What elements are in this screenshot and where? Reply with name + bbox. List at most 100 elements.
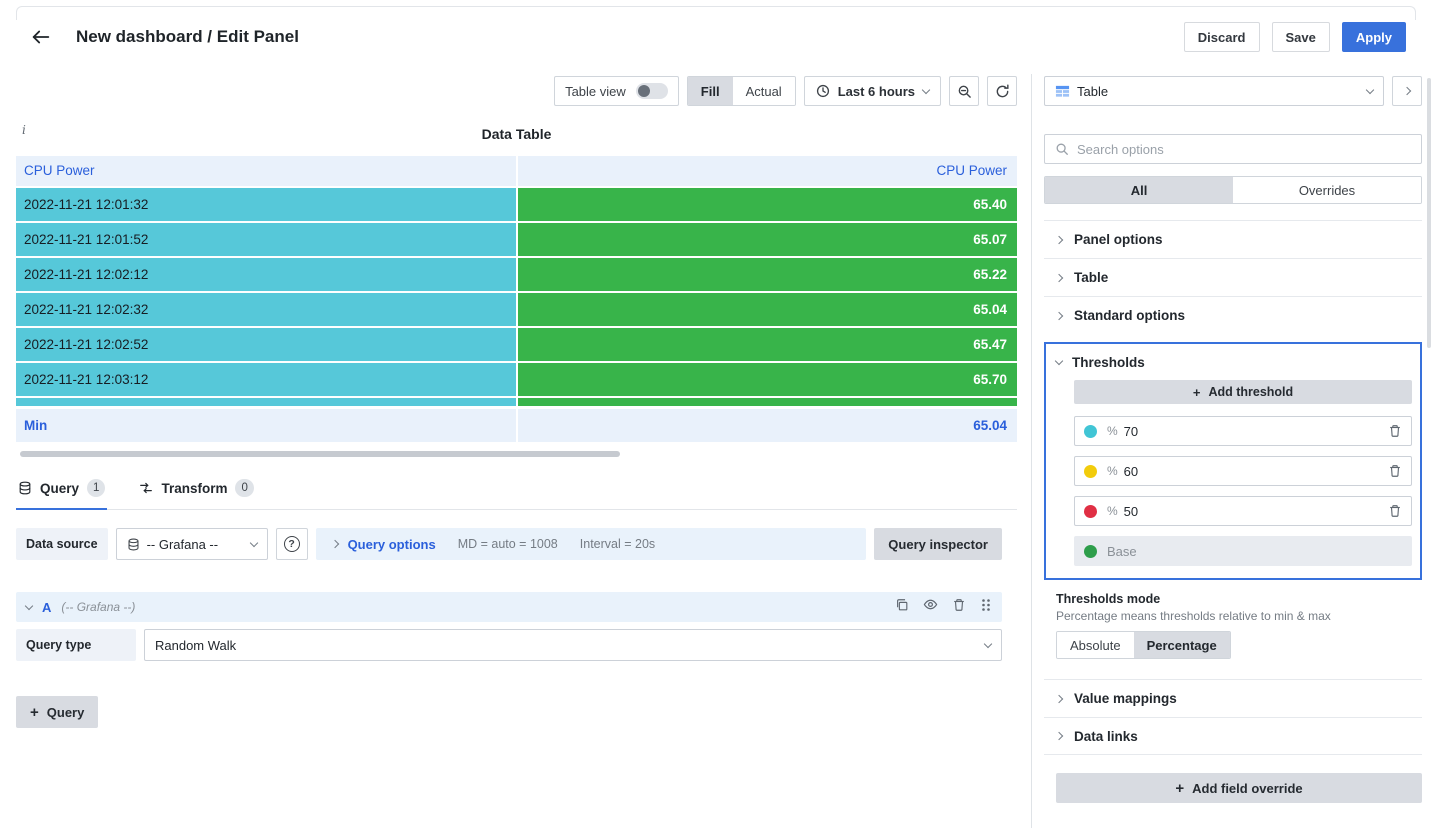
value-cell: 65.04: [518, 293, 1017, 326]
transform-count-badge: 0: [235, 479, 253, 497]
delete-threshold-icon[interactable]: [1388, 464, 1402, 478]
time-cell: 2022-11-21 12:02:52: [16, 328, 516, 361]
query-options-bar[interactable]: Query options MD = auto = 1008 Interval …: [316, 528, 867, 560]
threshold-value-input[interactable]: 60: [1124, 464, 1138, 479]
section-label: Value mappings: [1074, 691, 1177, 706]
add-query-label: Query: [47, 705, 85, 720]
table-viz-icon: [1055, 84, 1070, 99]
filter-tab-all[interactable]: All: [1045, 177, 1233, 203]
threshold-value-input[interactable]: 50: [1124, 504, 1138, 519]
query-inspector-button[interactable]: Query inspector: [874, 528, 1002, 560]
query-options-interval: Interval = 20s: [580, 537, 655, 551]
section-table[interactable]: Table: [1044, 258, 1422, 296]
query-type-select[interactable]: Random Walk: [144, 629, 1002, 661]
footer-label: Min: [16, 409, 516, 442]
query-row-datasource: (-- Grafana --): [61, 600, 135, 614]
display-mode-fill[interactable]: Fill: [688, 77, 733, 105]
add-threshold-button[interactable]: + Add threshold: [1074, 380, 1412, 404]
add-field-override-button[interactable]: + Add field override: [1056, 773, 1422, 803]
section-standard-options[interactable]: Standard options: [1044, 296, 1422, 334]
delete-threshold-icon[interactable]: [1388, 424, 1402, 438]
thresholds-mode-percentage[interactable]: Percentage: [1134, 632, 1230, 658]
base-label: Base: [1107, 544, 1137, 559]
section-data-links[interactable]: Data links: [1044, 717, 1422, 755]
threshold-percent-prefix: %: [1107, 504, 1118, 518]
table-row: 2022-11-21 12:03:1265.70: [16, 363, 1017, 396]
table-header-row: CPU Power CPU Power: [16, 156, 1017, 186]
thresholds-mode-absolute[interactable]: Absolute: [1057, 632, 1134, 658]
time-range-picker[interactable]: Last 6 hours: [804, 76, 941, 106]
database-icon: [127, 538, 140, 551]
value-cell: 65.47: [518, 328, 1017, 361]
save-button[interactable]: Save: [1272, 22, 1330, 52]
plus-icon: +: [1175, 781, 1184, 796]
editor-tabs: Query 1 Transform 0: [16, 471, 1017, 510]
section-value-mappings[interactable]: Value mappings: [1044, 679, 1422, 717]
eye-icon[interactable]: [923, 597, 938, 617]
data-table: CPU Power CPU Power 2022-11-21 12:01:326…: [16, 156, 1017, 442]
tab-transform[interactable]: Transform 0: [137, 471, 255, 510]
chevron-down-icon: [984, 639, 992, 647]
query-options-label: Query options: [348, 537, 436, 552]
copy-icon[interactable]: [895, 598, 909, 617]
collapse-options-button[interactable]: [1392, 76, 1422, 106]
threshold-base-row: Base: [1074, 536, 1412, 566]
value-cell: [518, 398, 1017, 406]
panel-info-icon[interactable]: i: [22, 123, 26, 137]
page-title: New dashboard / Edit Panel: [76, 27, 299, 47]
discard-button[interactable]: Discard: [1184, 22, 1260, 52]
display-mode-actual[interactable]: Actual: [733, 77, 795, 105]
thresholds-mode-label: Thresholds mode: [1056, 592, 1422, 606]
section-label: Data links: [1074, 729, 1138, 744]
drag-handle-icon[interactable]: [980, 598, 992, 617]
time-cell: 2022-11-21 12:03:12: [16, 363, 516, 396]
table-view-toggle[interactable]: [636, 83, 668, 99]
base-color-dot[interactable]: [1084, 545, 1097, 558]
delete-threshold-icon[interactable]: [1388, 504, 1402, 518]
threshold-color-dot[interactable]: [1084, 465, 1097, 478]
add-query-button[interactable]: + Query: [16, 696, 98, 728]
refresh-button[interactable]: [987, 76, 1017, 106]
horizontal-scrollbar[interactable]: [20, 451, 620, 457]
sidebar-scrollbar[interactable]: [1427, 78, 1431, 348]
footer-value: 65.04: [518, 409, 1017, 442]
search-options-field[interactable]: [1044, 134, 1422, 164]
zoom-out-button[interactable]: [949, 76, 979, 106]
threshold-value-input[interactable]: 70: [1124, 424, 1138, 439]
column-header-left[interactable]: CPU Power: [16, 156, 516, 186]
section-panel-options[interactable]: Panel options: [1044, 220, 1422, 258]
value-cell: 65.22: [518, 258, 1017, 291]
column-header-right[interactable]: CPU Power: [518, 156, 1017, 186]
time-range-label: Last 6 hours: [838, 84, 915, 99]
value-cell: 65.07: [518, 223, 1017, 256]
visualization-row: Table: [1044, 76, 1422, 106]
apply-button[interactable]: Apply: [1342, 22, 1406, 52]
trash-icon[interactable]: [952, 598, 966, 617]
query-row-header[interactable]: A (-- Grafana --): [16, 592, 1002, 622]
filter-tab-overrides[interactable]: Overrides: [1233, 177, 1421, 203]
table-row: 2022-11-21 12:02:5265.47: [16, 328, 1017, 361]
section-label: Panel options: [1074, 232, 1163, 247]
data-source-value: -- Grafana --: [147, 537, 219, 552]
query-options-md: MD = auto = 1008: [458, 537, 558, 551]
back-button[interactable]: [30, 26, 52, 48]
threshold-color-dot[interactable]: [1084, 425, 1097, 438]
threshold-color-dot[interactable]: [1084, 505, 1097, 518]
thresholds-header[interactable]: Thresholds: [1056, 346, 1412, 378]
thresholds-section: Thresholds + Add threshold %70%60%50 Bas…: [1044, 342, 1422, 580]
search-input[interactable]: [1077, 142, 1411, 157]
add-threshold-label: Add threshold: [1208, 385, 1293, 399]
query-count-badge: 1: [87, 479, 105, 497]
help-button[interactable]: ?: [276, 528, 308, 560]
query-editor: Data source -- Grafana -- ? Query option…: [16, 528, 1002, 728]
data-source-picker[interactable]: -- Grafana --: [116, 528, 268, 560]
time-cell: 2022-11-21 12:02:32: [16, 293, 516, 326]
refresh-icon: [995, 84, 1010, 99]
visualization-picker[interactable]: Table: [1044, 76, 1384, 106]
chevron-right-icon: [330, 540, 338, 548]
tab-query[interactable]: Query 1: [16, 471, 107, 510]
header: New dashboard / Edit Panel Discard Save …: [0, 0, 1432, 74]
table-row: 2022-11-21 12:02:1265.22: [16, 258, 1017, 291]
viz-type-label: Table: [1077, 84, 1108, 99]
query-ref-id: A: [42, 600, 51, 615]
